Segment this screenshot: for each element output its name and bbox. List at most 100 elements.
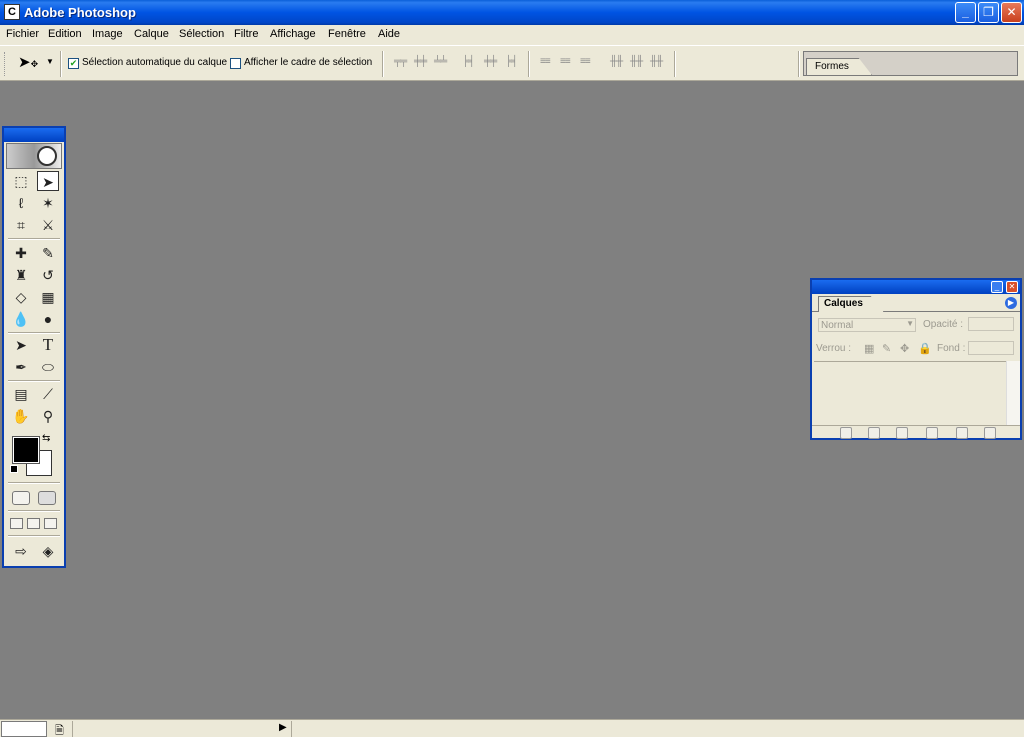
crop-icon[interactable]: ⌗ bbox=[10, 215, 32, 235]
tab-calques[interactable]: Calques bbox=[818, 296, 884, 312]
gradient-icon[interactable]: ▦ bbox=[37, 287, 59, 307]
healing-brush-icon[interactable]: ✚ bbox=[10, 243, 32, 263]
auto-select-checkbox[interactable]: ✔ bbox=[68, 58, 79, 69]
history-brush-icon[interactable]: ↺ bbox=[37, 265, 59, 285]
slice-icon[interactable]: ⚔ bbox=[37, 215, 59, 235]
fill-field[interactable] bbox=[968, 341, 1014, 355]
menu-selection[interactable]: Sélection bbox=[179, 28, 224, 40]
distribute-top-icon[interactable]: ≡≡ bbox=[540, 56, 556, 70]
move-tool-icon[interactable]: ➤✥ bbox=[18, 53, 38, 71]
jump-to-imageready-icon[interactable]: ⇨ bbox=[10, 541, 32, 561]
opacity-field[interactable] bbox=[968, 317, 1014, 331]
align-hcenter-icon[interactable]: ╪╪ bbox=[484, 56, 500, 70]
align-vcenter-icon[interactable]: ╪╪ bbox=[414, 56, 430, 70]
menu-aide[interactable]: Aide bbox=[378, 28, 400, 40]
trash-icon[interactable] bbox=[984, 427, 996, 439]
standard-mode-icon[interactable] bbox=[12, 491, 30, 505]
align-left-icon[interactable]: ╞╡ bbox=[462, 56, 478, 70]
imageready-icon[interactable]: ◈ bbox=[37, 541, 59, 561]
eyedropper-icon[interactable]: ⟋ bbox=[37, 384, 59, 404]
zoom-icon[interactable]: ⚲ bbox=[37, 406, 59, 426]
distribute-vcenter-icon[interactable]: ≡≡ bbox=[560, 56, 576, 70]
minimize-panel-button[interactable]: _ bbox=[991, 281, 1003, 293]
rectangular-marquee-icon[interactable]: ⬚ bbox=[10, 171, 32, 191]
lock-position-icon[interactable]: ✥ bbox=[900, 342, 909, 355]
blend-mode-select[interactable]: Normal ▼ bbox=[818, 318, 916, 332]
layers-footer bbox=[812, 425, 1020, 440]
lasso-icon[interactable]: ℓ bbox=[10, 193, 32, 213]
foreground-color-swatch[interactable] bbox=[12, 436, 40, 464]
layer-style-icon[interactable] bbox=[840, 427, 852, 439]
move-tool-icon[interactable]: ➤ bbox=[37, 171, 59, 191]
layers-panel: _ ✕ Calques ▶ Normal ▼ Opacité : Verrou … bbox=[810, 278, 1022, 440]
distribute-bottom-icon[interactable]: ≡≡ bbox=[580, 56, 596, 70]
eraser-icon[interactable]: ◇ bbox=[10, 287, 32, 307]
menu-filtre[interactable]: Filtre bbox=[234, 28, 258, 40]
type-tool-icon[interactable]: T bbox=[37, 335, 59, 355]
full-screen-icon[interactable] bbox=[44, 518, 57, 529]
pen-icon[interactable]: ✒ bbox=[10, 357, 32, 377]
menu-bar: Fichier Edition Image Calque Sélection F… bbox=[0, 25, 1024, 45]
layers-scrollbar[interactable] bbox=[1006, 361, 1020, 425]
title-bar[interactable]: C Adobe Photoshop _ ❐ ✕ bbox=[0, 0, 1024, 25]
adobe-logo[interactable] bbox=[6, 143, 62, 169]
options-bar: ➤✥ ▼ ✔ Sélection automatique du calque A… bbox=[0, 45, 1024, 81]
zoom-field[interactable] bbox=[1, 721, 47, 737]
status-menu-arrow-icon[interactable]: ▶ bbox=[279, 722, 287, 733]
toolbox-separator bbox=[8, 510, 60, 512]
swap-colors-icon[interactable]: ⇆ bbox=[42, 433, 50, 444]
ellipse-shape-icon[interactable]: ⬭ bbox=[37, 357, 59, 377]
photoshop-icon[interactable]: C bbox=[4, 4, 20, 20]
distribute-right-icon[interactable]: ╫╫ bbox=[650, 56, 666, 70]
fill-label: Fond : bbox=[937, 343, 966, 354]
adjustment-layer-icon[interactable] bbox=[926, 427, 938, 439]
lock-label: Verrou : bbox=[816, 343, 852, 354]
standard-screen-icon[interactable] bbox=[10, 518, 23, 529]
default-colors-icon[interactable] bbox=[10, 465, 18, 473]
align-right-icon[interactable]: ╞╡ bbox=[505, 56, 521, 70]
show-bounds-checkbox[interactable] bbox=[230, 58, 241, 69]
document-icon[interactable]: 🗎 bbox=[55, 722, 64, 737]
menu-affichage[interactable]: Affichage bbox=[270, 28, 316, 40]
show-bounds-label: Afficher le cadre de sélection bbox=[244, 57, 373, 68]
clone-stamp-icon[interactable]: ♜ bbox=[10, 265, 32, 285]
menu-edition[interactable]: Edition bbox=[48, 28, 82, 40]
layer-mask-icon[interactable] bbox=[868, 427, 880, 439]
quick-mask-mode-icon[interactable] bbox=[38, 491, 56, 505]
toolbox-separator bbox=[8, 535, 60, 537]
new-set-icon[interactable] bbox=[896, 427, 908, 439]
close-button[interactable]: ✕ bbox=[1001, 2, 1022, 23]
options-separator bbox=[798, 51, 800, 77]
options-grip[interactable] bbox=[4, 52, 7, 76]
tab-formes[interactable]: Formes bbox=[806, 58, 872, 75]
lock-pixels-icon[interactable]: ✎ bbox=[882, 342, 891, 355]
layers-title-bar[interactable]: _ ✕ bbox=[812, 280, 1020, 294]
notes-icon[interactable]: ▤ bbox=[10, 384, 32, 404]
menu-image[interactable]: Image bbox=[92, 28, 123, 40]
align-top-icon[interactable]: ╤╤ bbox=[394, 56, 410, 70]
restore-button[interactable]: ❐ bbox=[978, 2, 999, 23]
chevron-down-icon[interactable]: ▼ bbox=[46, 57, 54, 66]
lock-transparency-icon[interactable]: ▦ bbox=[864, 342, 874, 355]
menu-fichier[interactable]: Fichier bbox=[6, 28, 39, 40]
blur-icon[interactable]: 💧 bbox=[10, 309, 32, 329]
toolbox-panel: ⬚ ➤ ℓ ✶ ⌗ ⚔ ✚ ✎ ♜ ↺ ◇ ▦ 💧 ● ➤ T ✒ ⬭ ▤ ⟋ … bbox=[2, 126, 66, 568]
layers-list[interactable] bbox=[814, 361, 1006, 425]
distribute-hcenter-icon[interactable]: ╫╫ bbox=[630, 56, 646, 70]
distribute-left-icon[interactable]: ╫╫ bbox=[610, 56, 626, 70]
dodge-icon[interactable]: ● bbox=[37, 309, 59, 329]
hand-icon[interactable]: ✋ bbox=[10, 406, 32, 426]
menu-calque[interactable]: Calque bbox=[134, 28, 169, 40]
lock-all-icon[interactable]: 🔒 bbox=[918, 342, 932, 355]
new-layer-icon[interactable] bbox=[956, 427, 968, 439]
close-panel-button[interactable]: ✕ bbox=[1006, 281, 1018, 293]
menu-fenetre[interactable]: Fenêtre bbox=[328, 28, 366, 40]
panel-menu-icon[interactable]: ▶ bbox=[1005, 297, 1017, 309]
brush-icon[interactable]: ✎ bbox=[37, 243, 59, 263]
full-screen-menu-icon[interactable] bbox=[27, 518, 40, 529]
path-selection-icon[interactable]: ➤ bbox=[10, 335, 32, 355]
minimize-button[interactable]: _ bbox=[955, 2, 976, 23]
align-bottom-icon[interactable]: ╧╧ bbox=[434, 56, 450, 70]
magic-wand-icon[interactable]: ✶ bbox=[37, 193, 59, 213]
toolbox-title-bar[interactable] bbox=[4, 128, 64, 142]
